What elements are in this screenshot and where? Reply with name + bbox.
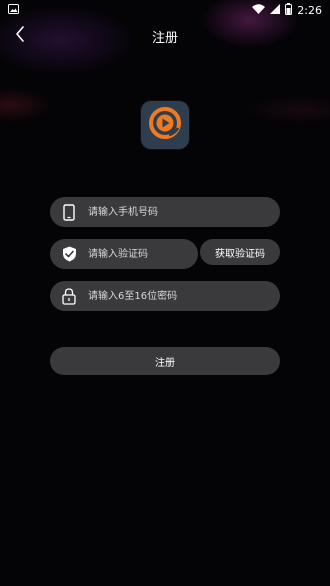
play-logo-icon bbox=[147, 105, 183, 145]
signal-icon bbox=[270, 3, 281, 17]
get-code-button[interactable]: 获取验证码 bbox=[200, 239, 280, 265]
verification-code-input[interactable] bbox=[86, 247, 190, 261]
password-input[interactable] bbox=[86, 289, 260, 303]
page-title: 注册 bbox=[151, 30, 178, 46]
password-field[interactable] bbox=[50, 281, 280, 311]
phone-field[interactable] bbox=[50, 197, 280, 227]
register-screen: 2:26 注册 请输入手机号码 请输入验证码 获取验证码 注册 bbox=[0, 0, 330, 586]
battery-icon bbox=[285, 2, 293, 18]
phone-input[interactable] bbox=[86, 205, 260, 219]
status-bar: 2:26 bbox=[0, 0, 330, 20]
register-button[interactable]: 注册 bbox=[50, 347, 280, 375]
back-button[interactable] bbox=[8, 24, 32, 48]
verification-code-field[interactable] bbox=[50, 239, 198, 269]
lock-icon bbox=[60, 287, 78, 305]
wifi-icon bbox=[252, 3, 266, 17]
phone-icon bbox=[60, 203, 78, 221]
image-icon bbox=[8, 3, 19, 17]
shield-check-icon bbox=[60, 245, 78, 263]
app-logo bbox=[141, 101, 189, 149]
title-bar: 注册 bbox=[0, 20, 330, 52]
status-time: 2:26 bbox=[297, 3, 322, 17]
chevron-left-icon bbox=[15, 26, 25, 46]
